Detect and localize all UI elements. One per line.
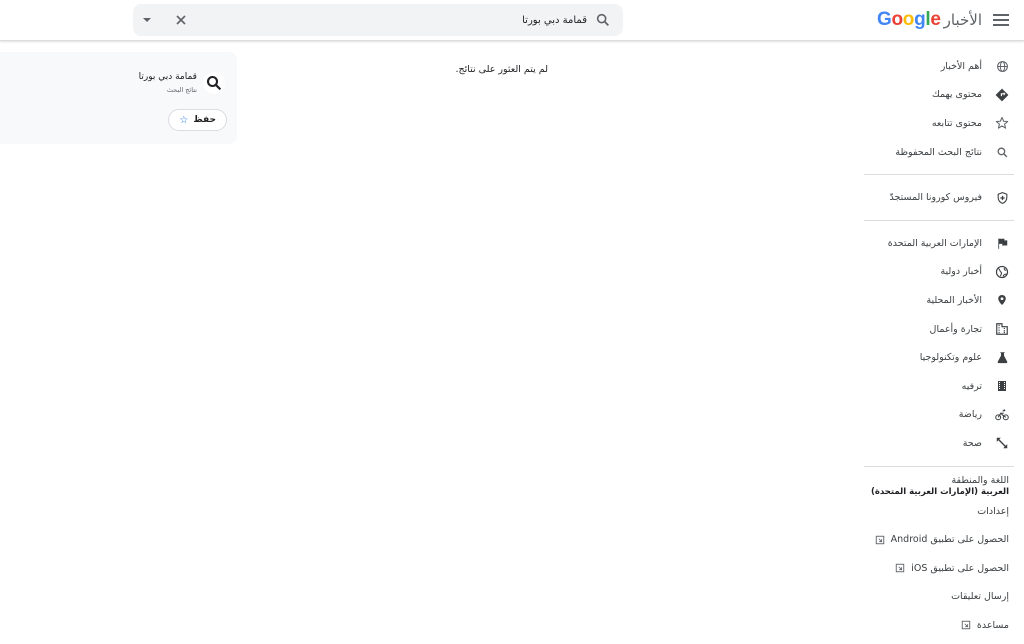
android-app-label: الحصول على تطبيق Android	[890, 534, 1009, 546]
building-icon	[994, 321, 1010, 337]
sidebar-item-entertainment[interactable]: ترفيه	[854, 372, 1024, 401]
sidebar-item-label: علوم وتكنولوجيا	[919, 352, 982, 364]
sidebar-item-label: فيروس كورونا المستجدّ	[889, 192, 982, 204]
star-outline-icon: ☆	[179, 114, 189, 126]
flask-icon	[994, 350, 1010, 366]
search-icon	[994, 144, 1010, 160]
external-link-icon	[875, 535, 884, 544]
sidebar-divider	[864, 219, 1014, 221]
sidebar-item-health[interactable]: صحة	[854, 429, 1024, 458]
sidebar-item-label: نتائج البحث المحفوظة	[895, 146, 982, 158]
sidebar-item-sports[interactable]: رياضة	[854, 401, 1024, 430]
card-subtitle: نتائج البحث	[166, 86, 197, 94]
help-link[interactable]: مساعدة	[854, 611, 1024, 640]
language-region-value: العربية (الإمارات العربية المتحدة)	[870, 486, 1009, 497]
sidebar-divider	[864, 465, 1014, 467]
google-logo-text: Google	[876, 9, 941, 30]
send-feedback-link[interactable]: إرسال تعليقات	[854, 583, 1024, 612]
sidebar-item-following[interactable]: محتوى تتابعه	[854, 109, 1024, 138]
sidebar-item-uae[interactable]: الإمارات العربية المتحدة	[854, 229, 1024, 258]
sidebar-item-label: أهم الأخبار	[940, 60, 982, 72]
sidebar-divider	[864, 174, 1014, 176]
health-icon	[994, 435, 1010, 451]
google-news-logo[interactable]: Google الأخبار	[877, 9, 982, 31]
hamburger-menu-icon[interactable]	[992, 11, 1010, 29]
saved-search-card: قمامة دبي بورتا نتائج البحث حفظ ☆	[0, 52, 237, 144]
sidebar-item-label: الأخبار المحلية	[926, 294, 982, 306]
get-ios-app-link[interactable]: الحصول على تطبيق iOS	[854, 554, 1024, 583]
sidebar-item-top-stories[interactable]: أهم الأخبار	[854, 52, 1024, 81]
bicycle-icon	[994, 407, 1010, 423]
ios-app-label: الحصول على تطبيق iOS	[911, 562, 1009, 574]
card-title: قمامة دبي بورتا	[138, 72, 197, 82]
search-options-dropdown-icon[interactable]	[143, 18, 151, 22]
sidebar-item-label: أخبار دولية	[940, 266, 982, 278]
shield-plus-icon	[994, 190, 1010, 206]
external-link-icon	[961, 621, 971, 630]
sidebar-item-label: الإمارات العربية المتحدة	[887, 237, 982, 249]
sidebar-item-label: ترفيه	[961, 380, 982, 392]
sidebar-item-label: صحة	[962, 437, 982, 449]
language-region-setting[interactable]: اللغة والمنطقة العربية (الإمارات العربية…	[854, 475, 1024, 497]
save-search-button[interactable]: حفظ ☆	[168, 109, 227, 131]
globe-icon	[994, 58, 1010, 74]
sidebar-item-local[interactable]: الأخبار المحلية	[854, 286, 1024, 315]
sidebar-item-label: محتوى تتابعه	[931, 117, 982, 129]
get-android-app-link[interactable]: الحصول على تطبيق Android	[854, 525, 1024, 554]
location-pin-icon	[994, 292, 1010, 308]
sidebar-item-business[interactable]: تجارة وأعمال	[854, 315, 1024, 344]
clear-icon[interactable]	[173, 12, 189, 28]
logo-news-label: الأخبار	[943, 11, 982, 29]
external-link-icon	[896, 563, 905, 573]
sidebar-item-label: رياضة	[958, 409, 982, 421]
search-bar[interactable]	[133, 4, 623, 36]
diamond-icon	[994, 87, 1010, 103]
world-icon	[994, 264, 1010, 280]
settings-link[interactable]: إعدادات	[854, 497, 1024, 526]
flag-icon	[994, 235, 1010, 251]
sidebar-item-saved-searches[interactable]: نتائج البحث المحفوظة	[854, 138, 1024, 167]
sidebar-item-world[interactable]: أخبار دولية	[854, 258, 1024, 287]
star-icon	[994, 115, 1010, 131]
sidebar-item-covid[interactable]: فيروس كورونا المستجدّ	[854, 183, 1024, 212]
search-input[interactable]	[207, 11, 587, 29]
sidebar-nav: أهم الأخبار محتوى يهمك محتوى تتابعه نتائ…	[854, 52, 1024, 640]
search-icon[interactable]	[595, 12, 611, 28]
top-app-bar: Google الأخبار	[0, 0, 1024, 41]
save-button-label: حفظ	[193, 115, 216, 125]
sidebar-item-label: تجارة وأعمال	[929, 323, 982, 335]
sidebar-item-science[interactable]: علوم وتكنولوجيا	[854, 343, 1024, 372]
sidebar-item-label: محتوى يهمك	[932, 89, 982, 101]
help-label: مساعدة	[976, 619, 1009, 631]
settings-label: إعدادات	[977, 505, 1009, 517]
feedback-label: إرسال تعليقات	[951, 591, 1009, 603]
language-region-title: اللغة والمنطقة	[951, 474, 1009, 486]
sidebar-item-for-you[interactable]: محتوى يهمك	[854, 81, 1024, 110]
card-search-icon	[203, 72, 225, 94]
film-icon	[994, 378, 1010, 394]
no-results-message: لم يتم العثور على نتائج.	[455, 64, 548, 75]
